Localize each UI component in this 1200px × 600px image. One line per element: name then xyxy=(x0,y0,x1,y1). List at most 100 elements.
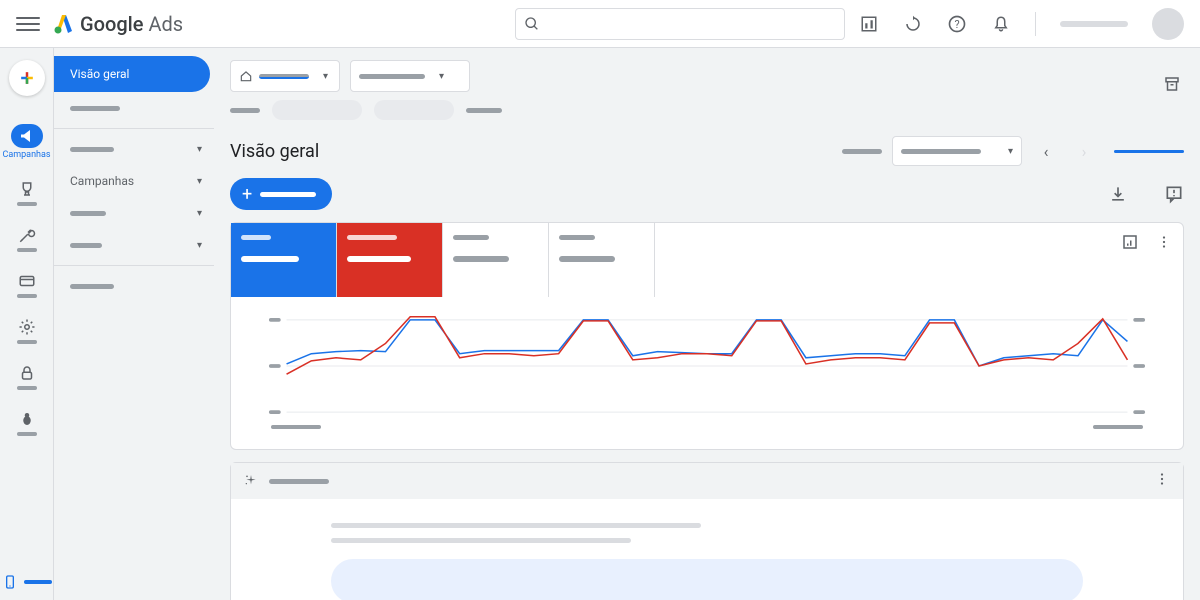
feedback-icon[interactable] xyxy=(1164,184,1184,204)
breadcrumb xyxy=(230,100,1184,120)
rail-tools[interactable] xyxy=(3,220,51,258)
title-actions: ▾ ‹ › xyxy=(842,136,1184,166)
rail-label-placeholder xyxy=(17,432,37,436)
logo-text: Google Ads xyxy=(80,12,183,36)
rail-label: Campanhas xyxy=(2,150,50,160)
app-header: Google Ads ? xyxy=(0,0,1200,48)
rail-label-placeholder xyxy=(17,386,37,390)
text-placeholder xyxy=(331,538,631,543)
rail-label-placeholder xyxy=(17,248,37,252)
card-actions xyxy=(1121,233,1173,251)
trophy-icon xyxy=(18,180,36,198)
compare-toggle[interactable] xyxy=(1114,150,1184,153)
label-placeholder xyxy=(842,149,882,154)
download-icon[interactable] xyxy=(1108,184,1128,204)
sidebar-item[interactable]: ▾ xyxy=(54,133,214,165)
metric-tab[interactable] xyxy=(549,223,655,297)
metric-tabs xyxy=(231,223,1183,297)
rail-admin[interactable] xyxy=(3,312,51,350)
line-chart xyxy=(267,311,1147,421)
rail-bugs[interactable] xyxy=(3,404,51,442)
divider xyxy=(54,128,214,129)
header-actions: ? xyxy=(859,8,1184,40)
create-button[interactable] xyxy=(9,60,45,96)
content: ▾ ▾ Visão geral ▾ ‹ › + xyxy=(214,48,1200,600)
lock-icon xyxy=(18,364,36,382)
plus-icon: + xyxy=(242,184,252,205)
metric-tab[interactable] xyxy=(443,223,549,297)
x-axis-end-placeholder xyxy=(1093,425,1143,429)
phone-icon xyxy=(2,574,18,590)
menu-icon[interactable] xyxy=(16,12,40,36)
sidebar-item[interactable] xyxy=(54,270,214,302)
rail-billing[interactable] xyxy=(3,266,51,304)
rail-label-placeholder xyxy=(17,340,37,344)
rail-campaigns[interactable]: Campanhas xyxy=(3,118,51,166)
rail-label-placeholder xyxy=(17,294,37,298)
separator xyxy=(1035,12,1036,36)
card-icon xyxy=(18,272,36,290)
date-range-selector[interactable]: ▾ xyxy=(892,136,1022,166)
sidebar: Visão geral ▾ Campanhas▾ ▾ ▾ xyxy=(54,48,214,600)
rail-footer-label xyxy=(24,580,52,584)
chart-area xyxy=(231,297,1183,449)
title-row: Visão geral ▾ ‹ › xyxy=(230,136,1184,166)
search-input[interactable] xyxy=(515,8,845,40)
chart-footer xyxy=(267,425,1147,429)
action-icons xyxy=(1108,184,1184,204)
svg-text:?: ? xyxy=(954,18,959,31)
date-next-button: › xyxy=(1070,137,1098,165)
rail-label-placeholder xyxy=(17,202,37,206)
date-prev-button[interactable]: ‹ xyxy=(1032,137,1060,165)
gear-icon xyxy=(18,318,36,336)
new-campaign-button[interactable]: + xyxy=(230,178,332,210)
metric-tab[interactable] xyxy=(337,223,443,297)
recommendation-pill[interactable] xyxy=(331,559,1083,600)
expand-chart-icon[interactable] xyxy=(1121,233,1139,251)
refresh-icon[interactable] xyxy=(903,14,923,34)
reports-icon[interactable] xyxy=(859,14,879,34)
search-icon xyxy=(524,16,540,32)
archive-icon[interactable] xyxy=(1160,72,1184,96)
rec-title-placeholder xyxy=(269,479,329,484)
plus-icon xyxy=(17,68,37,88)
account-name-placeholder xyxy=(1060,21,1128,27)
notifications-icon[interactable] xyxy=(991,14,1011,34)
more-icon[interactable] xyxy=(1155,233,1173,251)
scope-selectors: ▾ ▾ xyxy=(230,60,1184,92)
button-label-placeholder xyxy=(260,192,316,197)
sidebar-item-label: Campanhas xyxy=(70,174,134,188)
filter-chip[interactable] xyxy=(374,100,454,120)
wrench-icon xyxy=(18,226,36,244)
recommendation-card xyxy=(230,462,1184,600)
filter-chip[interactable] xyxy=(272,100,362,120)
metric-tab[interactable] xyxy=(231,223,337,297)
recommendation-header xyxy=(231,463,1183,499)
x-axis-start-placeholder xyxy=(271,425,321,429)
rail-security[interactable] xyxy=(3,358,51,396)
campaign-selector[interactable]: ▾ xyxy=(350,60,470,92)
sidebar-item-campaigns[interactable]: Campanhas▾ xyxy=(54,165,214,197)
more-icon[interactable] xyxy=(1153,470,1171,488)
google-ads-icon xyxy=(52,12,76,36)
sidebar-item[interactable]: ▾ xyxy=(54,197,214,229)
help-icon[interactable]: ? xyxy=(947,14,967,34)
crumb-placeholder xyxy=(466,108,502,113)
sidebar-item-overview[interactable]: Visão geral xyxy=(54,56,210,92)
crumb-placeholder xyxy=(230,108,260,113)
rail-goals[interactable] xyxy=(3,174,51,212)
page-title: Visão geral xyxy=(230,141,319,162)
logo[interactable]: Google Ads xyxy=(52,12,183,36)
home-icon xyxy=(239,69,253,83)
rail-footer[interactable] xyxy=(0,574,53,590)
metrics-chart-card xyxy=(230,222,1184,450)
recommendation-body xyxy=(231,499,1183,600)
sidebar-item-label: Visão geral xyxy=(70,67,129,81)
account-selector[interactable]: ▾ xyxy=(230,60,340,92)
divider xyxy=(54,265,214,266)
action-row: + xyxy=(230,178,1184,210)
nav-rail: Campanhas xyxy=(0,48,54,600)
sidebar-item[interactable]: ▾ xyxy=(54,229,214,261)
sidebar-item[interactable] xyxy=(54,92,214,124)
avatar[interactable] xyxy=(1152,8,1184,40)
